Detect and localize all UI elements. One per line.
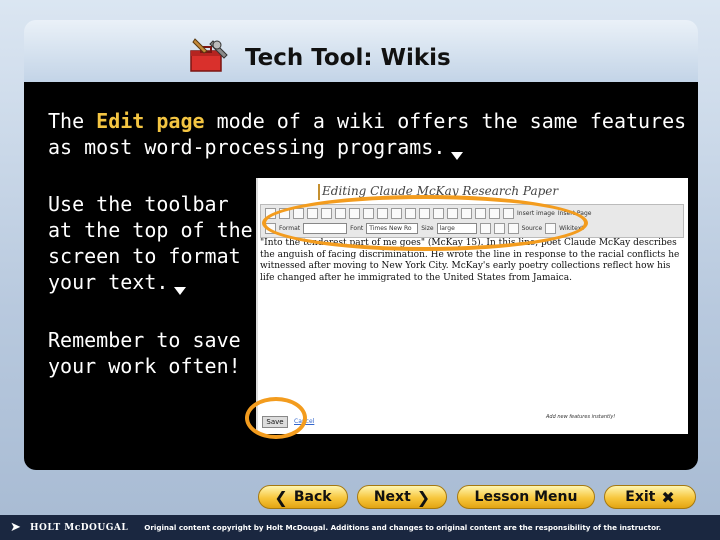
chevron-right-icon: ❯	[416, 487, 431, 507]
wiki-footer-note: Add new features instantly!	[546, 414, 616, 420]
edit-page-highlight: Edit page	[96, 109, 205, 133]
next-button[interactable]: Next ❯	[357, 485, 447, 509]
exit-button[interactable]: Exit ✖	[604, 485, 696, 509]
toolbox-icon	[190, 38, 228, 72]
publisher-logo: HOLT McDOUGAL	[30, 522, 129, 533]
copyright-text: Original content copyright by Holt McDou…	[144, 523, 662, 532]
footer: ➤ HOLT McDOUGAL Original content copyrig…	[0, 515, 720, 540]
exit-label: Exit	[625, 489, 656, 505]
page-title: Tech Tool: Wikis	[245, 45, 451, 71]
lesson-menu-button[interactable]: Lesson Menu	[457, 485, 595, 509]
save-reminder-text: Remember to save your work often!	[48, 328, 241, 378]
divider	[318, 184, 320, 200]
close-icon: ✖	[661, 487, 675, 507]
arrow-down-icon	[174, 287, 187, 295]
save-highlight-oval	[245, 397, 307, 439]
chevron-left-icon: ❮	[274, 487, 288, 507]
toolbar-highlight-oval	[262, 195, 588, 251]
intro-text: The Edit page mode of a wiki offers the …	[48, 109, 687, 160]
arrow-down-icon	[451, 152, 464, 160]
divider	[256, 178, 258, 434]
toolbar-instruction-text: Use the toolbar at the top of the screen…	[48, 192, 253, 295]
back-label: Back	[293, 489, 332, 505]
next-label: Next	[373, 489, 411, 505]
holt-logo-icon: ➤	[10, 519, 21, 535]
back-button[interactable]: ❮ Back	[258, 485, 348, 509]
lesson-menu-label: Lesson Menu	[474, 489, 578, 505]
